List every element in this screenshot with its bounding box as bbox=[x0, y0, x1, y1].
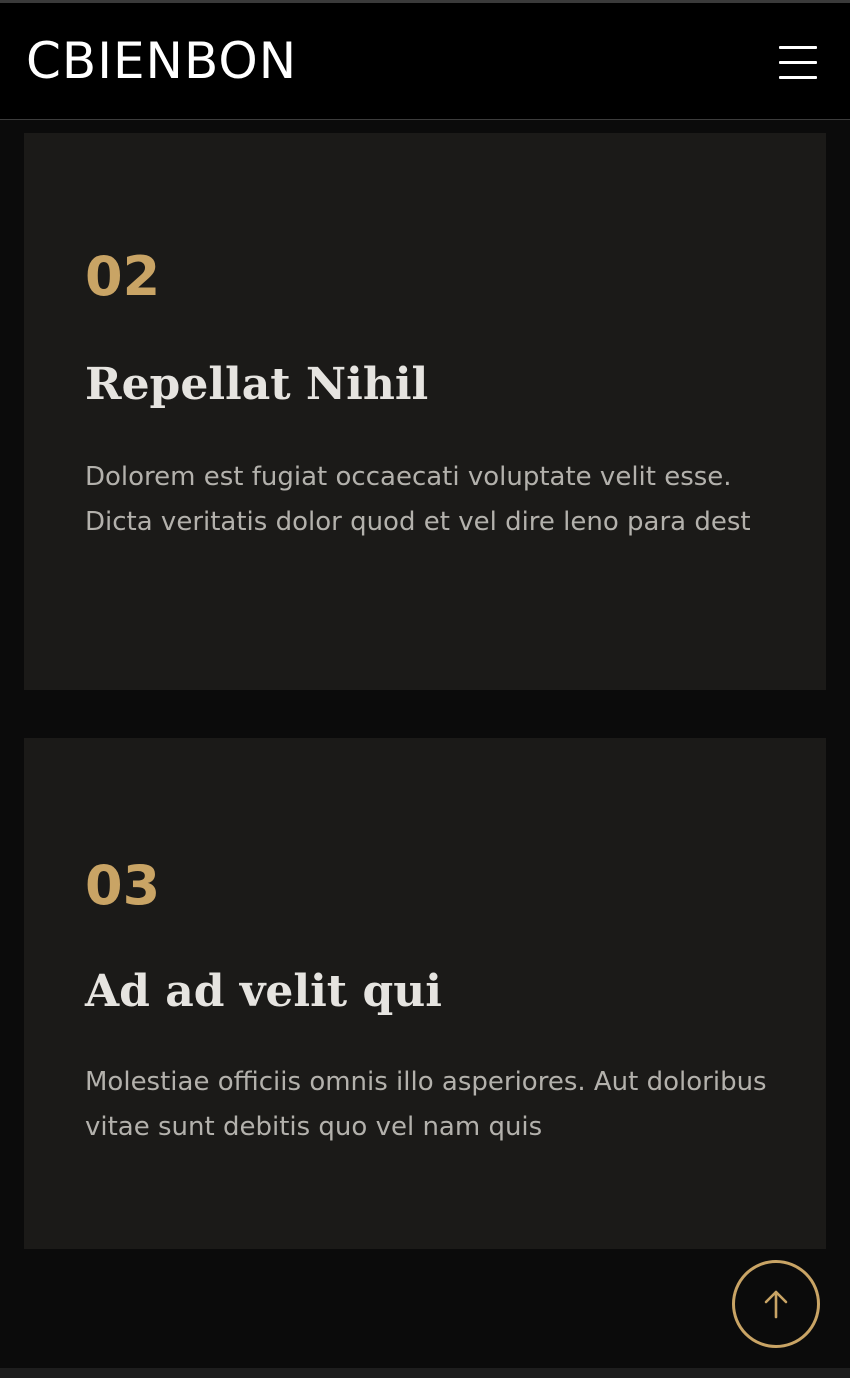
feature-description: Dolorem est fugiat occaecati voluptate v… bbox=[85, 462, 751, 537]
feature-title: Ad ad velit qui bbox=[85, 966, 442, 1017]
menu-bar bbox=[779, 76, 817, 79]
site-header: CBIENBON bbox=[0, 3, 850, 120]
footer-edge bbox=[0, 1368, 850, 1378]
feature-title: Repellat Nihil bbox=[85, 359, 429, 410]
hamburger-menu-icon[interactable] bbox=[770, 41, 826, 85]
menu-bar bbox=[779, 46, 817, 49]
feature-number: 03 bbox=[85, 854, 161, 917]
site-logo[interactable]: CBIENBON bbox=[26, 31, 297, 91]
feature-card: 03 Ad ad velit qui Molestiae officiis om… bbox=[24, 738, 826, 1249]
menu-bar bbox=[779, 61, 817, 64]
scroll-to-top-button[interactable] bbox=[732, 1260, 820, 1348]
feature-number: 02 bbox=[85, 245, 161, 308]
feature-card: 02 Repellat Nihil Dolorem est fugiat occ… bbox=[24, 133, 826, 690]
arrow-up-icon bbox=[764, 1290, 788, 1319]
feature-description: Molestiae officiis omnis illo asperiores… bbox=[85, 1067, 767, 1142]
